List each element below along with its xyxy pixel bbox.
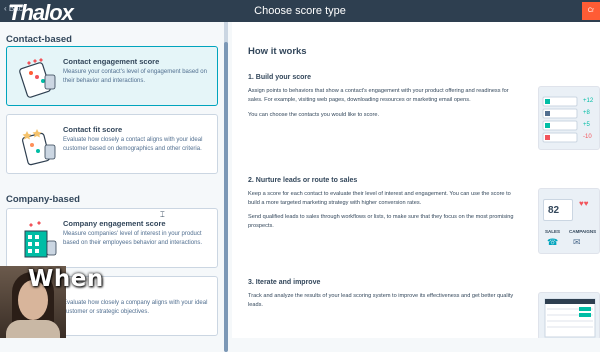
score-number: 82 [548, 205, 560, 216]
score-box: 82 [543, 199, 573, 221]
card-description: Evaluate how closely a contact aligns wi… [63, 137, 203, 152]
mouse-cursor-icon: ⌶ [160, 210, 165, 219]
report-table-icon [544, 298, 596, 338]
phone-icon: ☎ [547, 237, 559, 247]
points-value: +8 [583, 110, 590, 116]
create-button[interactable]: Cr [582, 2, 600, 20]
campaigns-label: CAMPAIGNS [569, 229, 597, 234]
step-2-text: Keep a score for each contact to evaluat… [248, 191, 511, 206]
panel-scrollbar[interactable] [224, 22, 228, 352]
card-contact-fit[interactable]: Contact fit score Evaluate how closely a… [6, 114, 218, 174]
engagement-illustration-icon [19, 58, 56, 98]
contact-section-heading: Contact-based [6, 34, 72, 45]
how-it-works-panel: How it works 1. Build your score Assign … [232, 22, 600, 338]
fit-illustration-icon [21, 129, 56, 166]
email-icon: ✉ [573, 237, 581, 247]
points-list-icon [542, 96, 578, 143]
card-description: Measure your contact's level of engageme… [63, 69, 207, 84]
scrollbar-thumb[interactable] [224, 42, 228, 352]
card-company-engagement[interactable]: Company engagement score Measure compani… [6, 208, 218, 268]
points-value: +5 [583, 122, 590, 128]
page-title: Choose score type [254, 5, 346, 17]
step-1-text: Assign points to behaviors that show a c… [248, 88, 509, 103]
routing-illustration: 82 ♥♥ SALES CAMPAIGNS ☎ ✉ [538, 188, 600, 254]
company-section-heading: Company-based [6, 194, 80, 205]
step-1-title: 1. Build your score [248, 74, 312, 81]
top-bar: ‹ Back Thalox Choose score type Cr [0, 0, 600, 24]
scoring-illustration: +12 +8 +5 -10 [538, 86, 600, 150]
card-description: Evaluate how closely a company aligns wi… [63, 300, 208, 315]
points-value: +12 [583, 98, 594, 104]
card-title: Company engagement score [63, 219, 166, 228]
heart-icon: ♥♥ [579, 199, 589, 208]
step-1-text-2: You can choose the contacts you would li… [248, 112, 380, 118]
points-value: -10 [583, 134, 592, 140]
report-illustration [538, 292, 600, 338]
video-caption: When [28, 266, 104, 292]
step-2-text-2: Send qualified leads to sales through wo… [248, 214, 514, 229]
step-3-title: 3. Iterate and improve [248, 279, 321, 286]
step-3-text: Track and analyze the results of your le… [248, 293, 514, 308]
company-illustration-icon [24, 221, 57, 258]
person-body [6, 320, 60, 338]
card-title: Contact engagement score [63, 57, 160, 66]
card-contact-engagement[interactable]: Contact engagement score Measure your co… [6, 46, 218, 106]
card-title: Contact fit score [63, 125, 123, 134]
sales-label: SALES [545, 229, 561, 234]
card-description: Measure companies' level of interest in … [63, 231, 203, 246]
step-2-title: 2. Nurture leads or route to sales [248, 177, 358, 184]
how-it-works-heading: How it works [248, 46, 307, 57]
